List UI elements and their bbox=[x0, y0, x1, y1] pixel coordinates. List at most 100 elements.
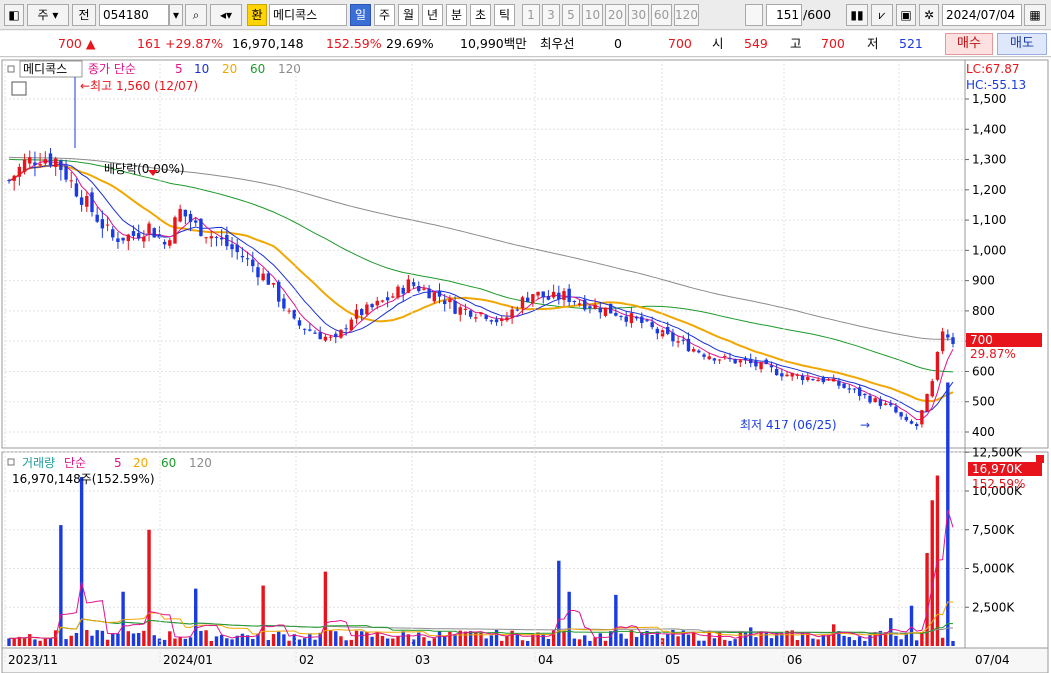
stock-name-field[interactable]: 메디콕스 bbox=[269, 4, 347, 26]
volume-bar-39 bbox=[209, 640, 213, 646]
volume-bar-120 bbox=[629, 630, 634, 646]
x-axis-label-1: 2024/01 bbox=[163, 653, 213, 667]
candle-body-71 bbox=[375, 300, 379, 306]
volume-bar-47 bbox=[251, 638, 255, 646]
interval-button-120[interactable]: 120 bbox=[674, 4, 699, 26]
best-quote-value: 0 bbox=[614, 36, 622, 51]
candle-body-116 bbox=[608, 303, 613, 314]
volume-legend-ma-60: 60 bbox=[161, 456, 176, 470]
candle-body-81 bbox=[427, 288, 431, 299]
interval-button-5[interactable]: 5 bbox=[562, 4, 580, 26]
candle-body-156 bbox=[816, 379, 820, 382]
sell-button[interactable]: 매도 bbox=[997, 33, 1047, 55]
volume-bar-93 bbox=[489, 635, 494, 646]
volume-bar-36 bbox=[194, 588, 198, 646]
volume-bar-104 bbox=[546, 638, 551, 646]
low-label: 저 bbox=[867, 36, 879, 51]
candle-body-123 bbox=[645, 320, 649, 322]
search-icon[interactable]: ⌕ bbox=[185, 4, 207, 26]
volume-bar-133 bbox=[697, 640, 701, 646]
volume-total: 16,970,148 bbox=[232, 36, 304, 51]
period-tab-3[interactable]: 년 bbox=[422, 4, 443, 26]
interval-button-3[interactable]: 3 bbox=[542, 4, 560, 26]
bid-price: 700 bbox=[668, 36, 692, 51]
period-tab-6[interactable]: 틱 bbox=[494, 4, 515, 26]
x-axis-label-6: 06 bbox=[787, 653, 802, 667]
search-type-button[interactable]: 전 bbox=[72, 4, 96, 26]
volume-bar-147 bbox=[769, 638, 774, 646]
indicator-icon[interactable]: ⩗ bbox=[871, 4, 893, 26]
candle-body-101 bbox=[531, 294, 535, 304]
date-input[interactable]: 2024/07/04 bbox=[942, 4, 1022, 26]
volume-summary: 16,970,148주(152.59%) bbox=[12, 472, 155, 486]
candle-body-56 bbox=[297, 320, 302, 326]
candle-body-120 bbox=[629, 313, 634, 324]
volume-bar-115 bbox=[603, 640, 608, 646]
candle-body-61 bbox=[323, 336, 328, 341]
candle-body-3 bbox=[22, 159, 27, 172]
best-quote-label: 최우선 bbox=[540, 36, 575, 51]
interval-button-1[interactable]: 1 bbox=[522, 4, 540, 26]
candle-body-114 bbox=[598, 308, 602, 313]
candle-body-30 bbox=[162, 241, 167, 245]
candle-body-149 bbox=[780, 373, 784, 377]
volume-bar-28 bbox=[152, 635, 156, 646]
stock-chart[interactable]: 1,500 1,400 1,300 1,200 1,100 1,000 900 800 700 6… bbox=[0, 58, 1051, 673]
period-tab-1[interactable]: 주 bbox=[374, 4, 395, 26]
volume-bar-6 bbox=[38, 640, 42, 646]
volume-bar-162 bbox=[847, 636, 851, 646]
candle-body-54 bbox=[287, 310, 291, 312]
candle-body-66 bbox=[349, 319, 354, 331]
candle-body-75 bbox=[396, 286, 400, 298]
period-tab-5[interactable]: 초 bbox=[470, 4, 491, 26]
interval-button-60[interactable]: 60 bbox=[651, 4, 672, 26]
interval-button-10[interactable]: 10 bbox=[582, 4, 603, 26]
candle-body-34 bbox=[183, 209, 188, 217]
volume-bar-24 bbox=[131, 633, 136, 646]
volume-tick-label-4: 2,500K bbox=[972, 600, 1015, 614]
app-window: ◧ 주 ▾ 전 054180 ▾ ⌕ ◂▾ 환 메디콕스 151 /600 ▮▮… bbox=[0, 0, 1051, 673]
interval-button-20[interactable]: 20 bbox=[605, 4, 626, 26]
currency-button[interactable]: 환 bbox=[247, 4, 267, 26]
save-icon[interactable]: ▣ bbox=[896, 4, 916, 26]
market-select[interactable]: 주 ▾ bbox=[27, 4, 69, 26]
candle-body-182 bbox=[951, 337, 955, 344]
candle-body-176 bbox=[920, 410, 924, 425]
volume-bar-80 bbox=[422, 637, 426, 646]
candle-type-icon[interactable]: ▮▮ bbox=[846, 4, 868, 26]
code-dropdown-icon[interactable]: ▾ bbox=[169, 4, 183, 26]
gear-icon[interactable]: ✲ bbox=[919, 4, 939, 26]
volume-bar-57 bbox=[302, 638, 307, 646]
candle-body-79 bbox=[417, 286, 421, 292]
buy-button[interactable]: 매수 bbox=[945, 33, 993, 55]
volume-bar-83 bbox=[437, 631, 442, 646]
layout-icon[interactable]: ◧ bbox=[4, 4, 24, 26]
candle-body-59 bbox=[313, 332, 317, 334]
price-tick-label-2: 1,300 bbox=[972, 153, 1006, 167]
period-tab-2[interactable]: 월 bbox=[398, 4, 419, 26]
x-axis-label-2: 02 bbox=[299, 653, 314, 667]
calendar-icon[interactable]: ▦ bbox=[1024, 4, 1046, 26]
candle-body-37 bbox=[199, 218, 203, 237]
candle-body-17 bbox=[95, 214, 99, 222]
interval-button-30[interactable]: 30 bbox=[628, 4, 649, 26]
volume-legend-ma-120: 120 bbox=[189, 456, 212, 470]
candle-body-106 bbox=[557, 292, 561, 300]
count-input[interactable]: 151 bbox=[766, 4, 802, 26]
candle-body-107 bbox=[562, 291, 566, 300]
candle-body-145 bbox=[759, 362, 763, 370]
candle-body-32 bbox=[173, 217, 177, 244]
period-tab-0[interactable]: 일 bbox=[350, 4, 371, 26]
volume-bar-52 bbox=[277, 631, 281, 646]
period-spacer[interactable] bbox=[745, 4, 763, 26]
candle-body-20 bbox=[111, 229, 115, 238]
candle-body-90 bbox=[474, 317, 478, 319]
candle-body-27 bbox=[147, 223, 151, 234]
stock-code-input[interactable]: 054180 bbox=[99, 4, 169, 26]
candle-body-68 bbox=[360, 309, 364, 316]
volume-tick-label-2: 7,500K bbox=[972, 523, 1015, 537]
candle-body-128 bbox=[671, 332, 675, 342]
candle-body-55 bbox=[292, 310, 296, 319]
period-tab-4[interactable]: 분 bbox=[446, 4, 467, 26]
sound-icon[interactable]: ◂▾ bbox=[210, 4, 242, 26]
